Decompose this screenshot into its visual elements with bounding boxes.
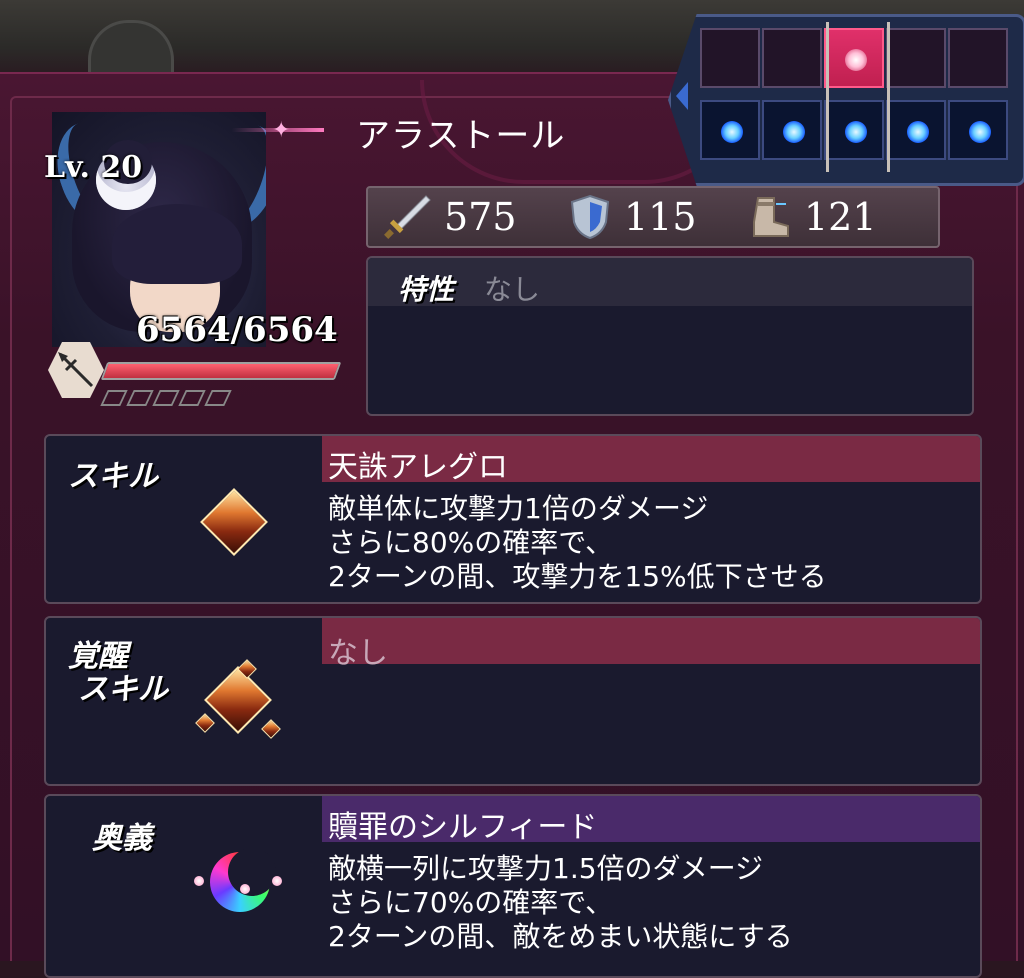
portrait-bangs xyxy=(112,204,242,284)
formation-cell-front[interactable] xyxy=(700,28,760,88)
rank-pips xyxy=(100,390,232,406)
awaken-skill-name: なし xyxy=(328,636,388,671)
awaken-label-line2: スキル xyxy=(78,672,168,707)
bubble-icon xyxy=(240,884,250,894)
ultimate-label: 奥義 xyxy=(92,821,152,856)
attack-value: 575 xyxy=(444,195,517,239)
ultimate-desc-line: 2ターンの間、敵をめまい状態にする xyxy=(328,920,793,953)
position-marker xyxy=(783,121,805,143)
formation-cell-back[interactable] xyxy=(948,100,1008,160)
trait-header xyxy=(368,258,972,306)
hp-bar xyxy=(100,362,342,380)
character-level: Lv. 20 xyxy=(44,150,143,185)
position-marker xyxy=(721,121,743,143)
selected-column-frame xyxy=(826,22,890,172)
formation-cell-back[interactable] xyxy=(886,100,946,160)
skill-desc-line: 敵単体に攻撃力1倍のダメージ xyxy=(328,492,709,525)
stat-defense: 115 xyxy=(568,194,697,240)
small-gem xyxy=(195,713,215,733)
ultimate-desc-line: 敵横一列に攻撃力1.5倍のダメージ xyxy=(328,852,764,885)
rank-pip xyxy=(204,390,232,406)
formation-cell-back[interactable] xyxy=(700,100,760,160)
ultimate-description: 敵横一列に攻撃力1.5倍のダメージ さらに70%の確率で、 2ターンの間、敵をめ… xyxy=(328,852,793,954)
ultimate-box[interactable]: 奥義 贖罪のシルフィード 敵横一列に攻撃力1.5倍のダメージ さらに70%の確率… xyxy=(44,794,982,978)
stat-speed: 121 xyxy=(746,194,877,240)
character-name: アラストール xyxy=(356,116,566,156)
position-marker xyxy=(969,121,991,143)
hp-bar-fill xyxy=(103,364,339,378)
skill-desc-line: さらに80%の確率で、 xyxy=(328,526,614,559)
trait-label: 特性 xyxy=(398,273,455,306)
orange-gem-cluster-icon xyxy=(204,666,272,734)
rank-pip xyxy=(100,390,128,406)
stat-attack: 575 xyxy=(382,194,517,240)
skill-box[interactable]: スキル 天誅アレグロ 敵単体に攻撃力1倍のダメージ さらに80%の確率で、 2タ… xyxy=(44,434,982,604)
speed-value: 121 xyxy=(804,195,877,239)
formation-cell-front[interactable] xyxy=(762,28,822,88)
trait-box: 特性 なし xyxy=(366,256,974,416)
sparkle-icon: ✦ xyxy=(272,118,291,143)
bubble-icon xyxy=(194,876,204,886)
ultimate-desc-line: さらに70%の確率で、 xyxy=(328,886,614,919)
rank-pip xyxy=(152,390,180,406)
skill-description: 敵単体に攻撃力1倍のダメージ さらに80%の確率で、 2ターンの間、攻撃力を15… xyxy=(328,492,827,594)
shield-icon xyxy=(570,194,610,240)
bubble-icon xyxy=(272,876,282,886)
skill-label: スキル xyxy=(68,459,158,494)
rank-pip xyxy=(178,390,206,406)
ultimate-name: 贖罪のシルフィード xyxy=(328,810,598,845)
stats-bar: 575 115 121 xyxy=(366,186,940,248)
trait-value: なし xyxy=(484,273,541,306)
awaken-label-line1: 覚醒 xyxy=(68,639,128,674)
chevron-left-icon[interactable] xyxy=(676,82,688,110)
orange-gem-icon xyxy=(200,488,268,556)
awaken-skill-label: 覚醒 スキル xyxy=(68,640,168,706)
defense-value: 115 xyxy=(624,195,697,239)
awaken-skill-header xyxy=(322,618,980,664)
small-gem xyxy=(261,719,281,739)
formation-cell-front[interactable] xyxy=(948,28,1008,88)
formation-cell-back[interactable] xyxy=(762,100,822,160)
sword-icon xyxy=(384,195,431,239)
character-hp: 6564/6564 xyxy=(136,310,338,350)
rainbow-moon-cut xyxy=(228,848,276,896)
skill-name: 天誅アレグロ xyxy=(328,450,508,485)
boot-icon xyxy=(753,197,789,237)
rank-pip xyxy=(126,390,154,406)
position-marker xyxy=(907,121,929,143)
awaken-skill-box[interactable]: 覚醒 スキル なし xyxy=(44,616,982,786)
formation-cell-front[interactable] xyxy=(886,28,946,88)
skill-desc-line: 2ターンの間、攻撃力を15%低下させる xyxy=(328,560,827,593)
